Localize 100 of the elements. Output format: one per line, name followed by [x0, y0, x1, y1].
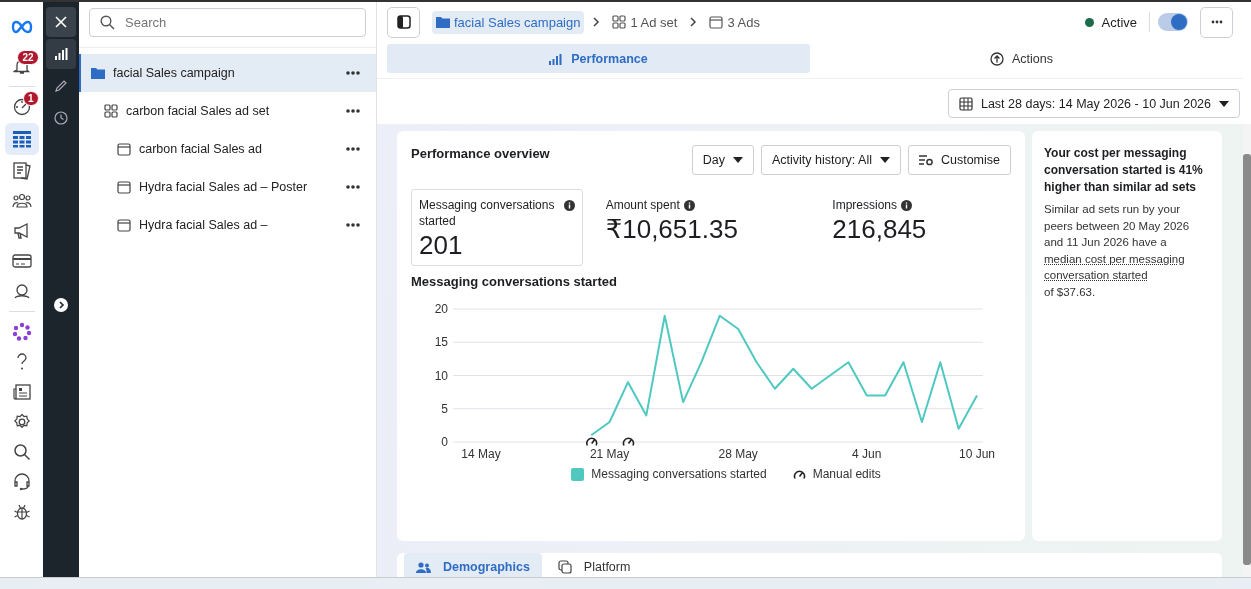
more-icon[interactable]: [346, 147, 360, 151]
tree-item[interactable]: Hydra facial Sales ad – Poster: [79, 168, 376, 206]
axis-label: 4 Jun: [852, 447, 882, 461]
sidebar-icon: [396, 15, 411, 29]
rail-button[interactable]: 22: [4, 52, 39, 80]
more-icon: [1210, 20, 1223, 24]
panel-toggle-button[interactable]: [387, 6, 420, 38]
calendar-icon: [958, 96, 973, 111]
dropdown-button[interactable]: Activity history: All: [760, 145, 901, 175]
metric-label: Impressions: [832, 197, 898, 213]
close-button[interactable]: [46, 7, 76, 37]
more-icon[interactable]: [346, 185, 360, 189]
headset-icon[interactable]: [12, 473, 31, 491]
axis-label: 5: [441, 401, 448, 416]
caret-icon: [879, 157, 890, 163]
breadcrumb-link[interactable]: 1 Ad set: [608, 10, 682, 34]
window-icon: [117, 142, 131, 156]
upload-circle-icon: [990, 51, 1004, 66]
axis-label: 21 May: [589, 447, 630, 461]
more-icon[interactable]: [346, 223, 360, 227]
window-icon: [709, 15, 724, 29]
people-icon: [416, 561, 431, 573]
axis-label: 14 May: [461, 447, 501, 461]
people-icon[interactable]: [11, 193, 32, 209]
dropdown-button[interactable]: Day: [691, 145, 754, 175]
settings-icon[interactable]: [12, 413, 31, 431]
search-icon: [100, 15, 115, 30]
toggle-switch[interactable]: [1158, 13, 1188, 31]
tab[interactable]: Platform: [545, 553, 643, 577]
manual-edit-icon: [586, 438, 597, 446]
table-icon[interactable]: [11, 130, 32, 148]
grid-icon: [104, 104, 118, 118]
tree-item[interactable]: Hydra facial Sales ad –: [79, 206, 376, 244]
search-icon[interactable]: [12, 443, 31, 461]
newspaper-icon[interactable]: [12, 383, 31, 401]
metric-tile[interactable]: Amount spent ₹10,651.35: [597, 189, 770, 266]
bar-chart-icon: [54, 48, 68, 60]
tree-item[interactable]: facial Sales campaign: [79, 54, 376, 92]
insight-text: Similar ad sets run by your peers between 20 May 2026 and 11 Jun 2026 have a median cost per messaging conversation started of $37.63.: [1044, 201, 1210, 300]
pages-icon[interactable]: [11, 161, 32, 181]
infinity-logo-icon[interactable]: [9, 20, 34, 34]
axis-label: 10 Jun: [959, 447, 995, 461]
tab[interactable]: Performance: [387, 44, 810, 73]
axis-label: 28 May: [718, 447, 758, 461]
metric-label: Amount spent: [605, 197, 680, 213]
tool-button[interactable]: [46, 39, 76, 69]
more-icon[interactable]: [346, 71, 360, 75]
bug-icon[interactable]: [12, 503, 31, 521]
tab[interactable]: Demographics: [404, 553, 542, 577]
manual-edit-icon: [623, 438, 634, 446]
pencil-icon: [54, 79, 68, 93]
metric-tile[interactable]: Messaging conversations started 201: [411, 189, 583, 266]
megaphone-icon[interactable]: [12, 222, 31, 240]
folder-icon: [91, 67, 105, 79]
axis-label: 0: [441, 435, 448, 449]
status-label: Active: [1101, 14, 1137, 30]
copy-icon: [557, 560, 572, 574]
info-icon[interactable]: [683, 200, 695, 211]
info-icon[interactable]: [901, 200, 913, 211]
insight-title: Your cost per messaging conversation started is 41% higher than similar ad sets: [1044, 145, 1204, 196]
close-icon: [55, 16, 67, 28]
breadcrumb-link[interactable]: 3 Ads: [705, 10, 764, 34]
metric-tile[interactable]: Impressions 216,845: [824, 189, 996, 266]
chevron-icon: [689, 17, 698, 27]
flower-icon[interactable]: [11, 322, 32, 342]
person-icon[interactable]: [12, 282, 31, 300]
scrollbar[interactable]: [1243, 124, 1251, 577]
metric-value: 201: [419, 229, 464, 261]
rail-button[interactable]: [4, 123, 39, 155]
notification-badge: 1: [22, 91, 39, 106]
axis-label: 15: [434, 335, 448, 350]
date-range-picker[interactable]: Last 28 days: 14 May 2026 - 10 Jun 2026: [947, 89, 1240, 118]
breadcrumb-link[interactable]: facial Sales campaign: [432, 10, 585, 34]
clock-icon: [54, 111, 68, 125]
grid-icon: [612, 15, 627, 29]
customise-button[interactable]: Customise: [907, 145, 1011, 175]
metric-label: Messaging conversations started: [419, 197, 556, 229]
window-icon: [117, 180, 131, 194]
tree-item[interactable]: carbon facial Sales ad set: [79, 92, 376, 130]
folder-icon: [436, 16, 450, 28]
chevron-icon: [592, 17, 601, 27]
metric-value: ₹10,651.35: [605, 213, 739, 245]
manual-edit-icon: [792, 468, 806, 480]
tab[interactable]: Actions: [810, 44, 1233, 73]
credit-card-icon[interactable]: [11, 253, 32, 269]
axis-label: 20: [434, 302, 448, 316]
chart-title: Messaging conversations started: [411, 274, 618, 289]
bar-chart-icon: [549, 52, 564, 65]
search-input[interactable]: Search: [123, 14, 355, 31]
metric-value: 216,845: [832, 213, 928, 245]
legend-label: Manual edits: [812, 467, 881, 481]
rail-button[interactable]: 1: [4, 93, 39, 121]
legend-label: Messaging conversations started: [591, 467, 767, 481]
search-field[interactable]: Search: [89, 8, 366, 37]
more-icon[interactable]: [346, 109, 360, 113]
card-title: Performance overview: [411, 146, 550, 161]
tree-item[interactable]: carbon facial Sales ad: [79, 130, 376, 168]
notification-badge: 22: [17, 50, 39, 65]
help-icon[interactable]: [14, 353, 29, 371]
info-icon[interactable]: [563, 200, 575, 211]
